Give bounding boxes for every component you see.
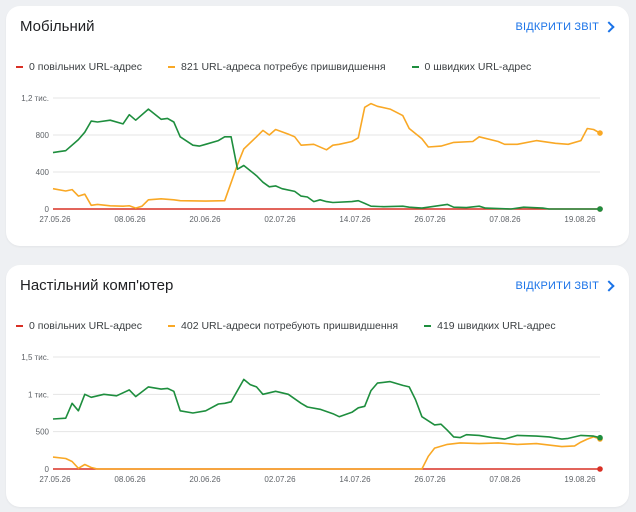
desktop-series-line-2 (52, 378, 601, 440)
mobile-line-chart: 0 400 800 1,2 тис. 27.05.26 08.06.26 20.06.26 0… (21, 94, 603, 224)
mobile-y-tick-label: 0 (45, 205, 50, 214)
desktop-y-tick-label: 0 (45, 465, 50, 474)
desktop-line-chart: 0 500 1 тис. 1,5 тис. 27.05.26 08.06.26 20.06.… (21, 353, 603, 484)
mobile-x-tick-label: 20.06.26 (189, 215, 221, 224)
desktop-y-tick-label: 1 тис. (28, 390, 49, 399)
mobile-y-tick-label: 800 (36, 131, 50, 140)
desktop-x-tick-label: 08.06.26 (114, 475, 146, 484)
desktop-x-tick-label: 26.07.26 (414, 475, 446, 484)
mobile-y-tick-label: 1,2 тис. (21, 94, 49, 103)
mobile-series-line-2 (52, 108, 600, 210)
desktop-x-tick-label: 19.08.26 (564, 475, 596, 484)
desktop-x-tick-label: 02.07.26 (264, 475, 296, 484)
mobile-x-tick-label: 08.06.26 (114, 215, 146, 224)
desktop-x-tick-label: 14.07.26 (339, 475, 371, 484)
desktop-series-endpoint-2[interactable] (597, 434, 603, 441)
desktop-card: Настільний комп'ютер ВІДКРИТИ ЗВІТ 0 пов… (6, 265, 629, 507)
desktop-y-tick-label: 500 (36, 428, 50, 437)
desktop-series-endpoint-0[interactable] (597, 466, 603, 472)
desktop-x-tick-label: 27.05.26 (39, 475, 71, 484)
mobile-x-tick-label: 26.07.26 (414, 215, 446, 224)
mobile-x-tick-label: 19.08.26 (564, 215, 596, 224)
mobile-x-tick-label: 14.07.26 (339, 215, 371, 224)
mobile-series-endpoint-1[interactable] (597, 130, 603, 136)
mobile-card: Мобільний ВІДКРИТИ ЗВІТ 0 повільних URL-… (6, 6, 629, 246)
desktop-x-tick-label: 07.08.26 (489, 475, 521, 484)
desktop-y-tick-label: 1,5 тис. (21, 353, 49, 362)
desktop-series-line-1 (52, 436, 601, 470)
mobile-x-tick-label: 27.05.26 (39, 215, 71, 224)
desktop-x-tick-label: 20.06.26 (189, 475, 221, 484)
mobile-x-tick-label: 02.07.26 (264, 215, 296, 224)
mobile-series-endpoint-2[interactable] (597, 206, 603, 212)
mobile-x-tick-label: 07.08.26 (489, 215, 521, 224)
mobile-y-tick-label: 400 (36, 168, 50, 177)
